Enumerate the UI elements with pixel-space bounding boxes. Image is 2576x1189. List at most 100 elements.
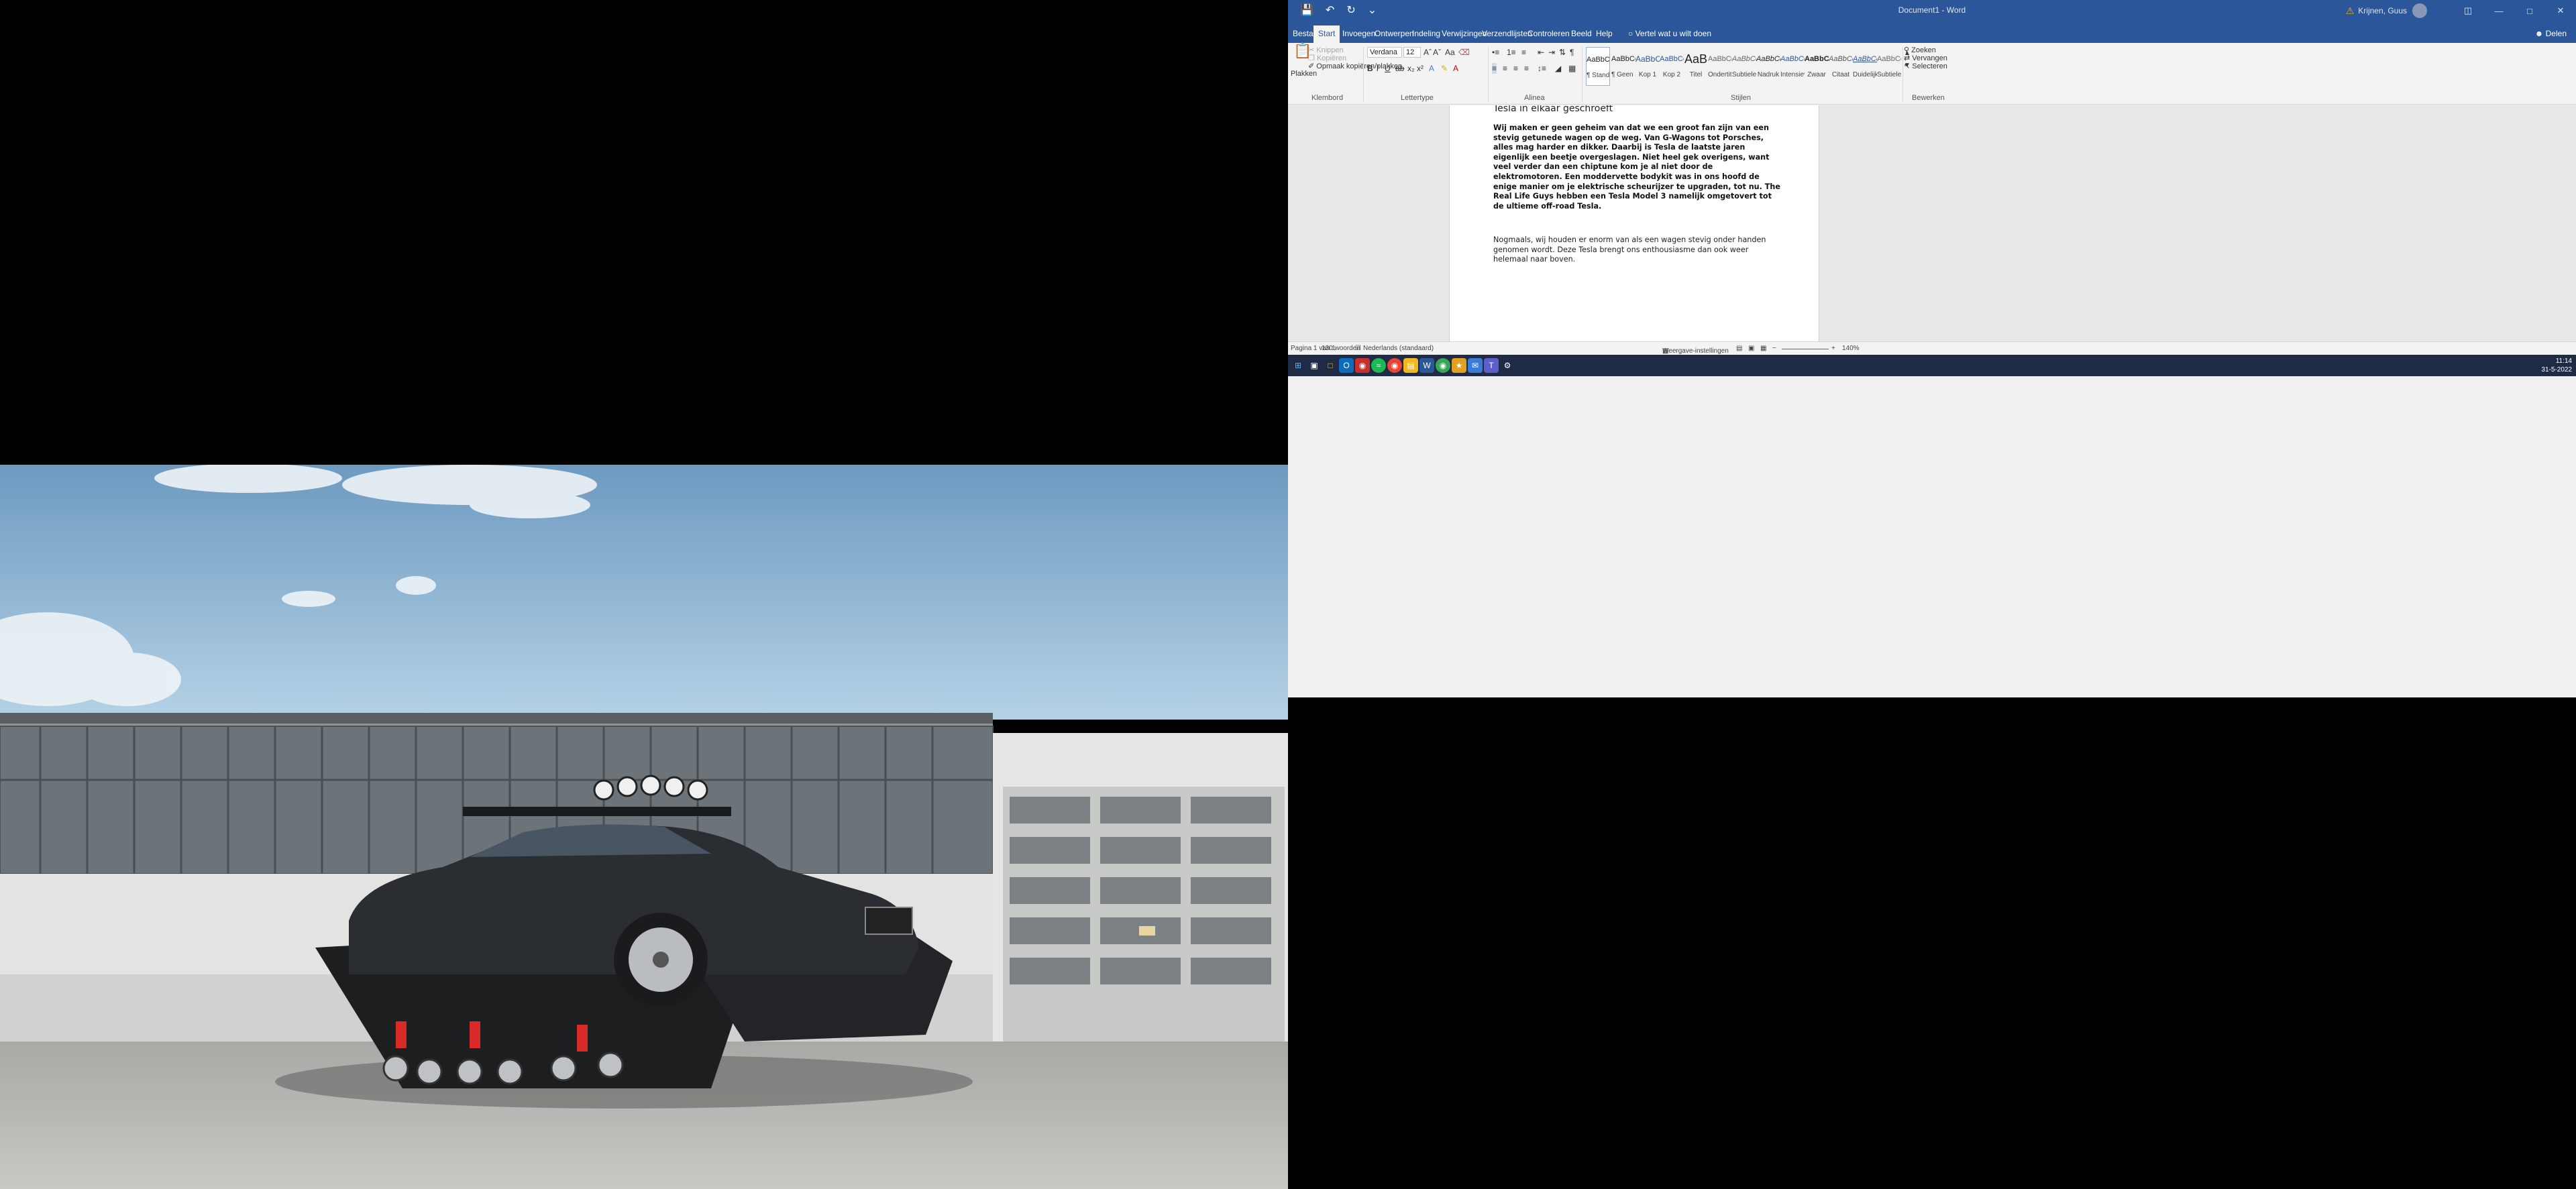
read-mode-icon[interactable]: ▤	[1736, 345, 1742, 352]
paste-button[interactable]: Plakken	[1291, 70, 1317, 78]
status-bar: Pagina 1 van 1 130 woorden ☑ Nederlands …	[1288, 341, 2576, 355]
superscript-icon[interactable]: x²	[1417, 63, 1424, 74]
zoom-out-icon[interactable]: −	[1772, 345, 1776, 352]
outlook-icon[interactable]: O	[1339, 358, 1354, 373]
web-layout-icon[interactable]: ▦	[1760, 345, 1766, 352]
person-icon: ☻	[2534, 29, 2544, 38]
title-bar: 💾 ↶ ↻ ⌄ Document1 - Word ⚠ Krijnen, Guus…	[1288, 0, 2576, 21]
style-subtiele-benadrukking[interactable]: AaBbCcDcSubtiele b...	[1732, 47, 1756, 86]
style-duidelijk-citaat[interactable]: AaBbCcDcDuidelijk c...	[1853, 47, 1877, 86]
ribbon: 📋 Plakken ✂ Knippen ❐ Kopiëren ✐ Opmaak …	[1288, 43, 2576, 105]
game-icon[interactable]: ★	[1452, 358, 1466, 373]
task-view-icon[interactable]: ▣	[1307, 358, 1322, 373]
select-button[interactable]: ↖ Selecteren	[1904, 62, 1947, 70]
word-window: 💾 ↶ ↻ ⌄ Document1 - Word ⚠ Krijnen, Guus…	[1288, 0, 2576, 697]
teams-icon[interactable]: T	[1484, 358, 1499, 373]
word-icon[interactable]: W	[1419, 358, 1434, 373]
tesla-tank-photo	[0, 465, 1288, 1189]
style-ondertitel[interactable]: AaBbCcCOndertitel	[1708, 47, 1732, 86]
multilevel-list-icon[interactable]: ≡	[1521, 47, 1526, 58]
font-size-select[interactable]: 12	[1403, 47, 1421, 58]
document-paragraph[interactable]: Nogmaals, wij houden er enorm van als ee…	[1493, 235, 1782, 265]
clear-format-icon[interactable]: ⌫	[1458, 47, 1470, 58]
video-frame	[0, 465, 1288, 1189]
app-icon[interactable]: ◉	[1355, 358, 1370, 373]
ribbon-display-icon[interactable]: ◫	[2453, 5, 2483, 16]
group-edit-label: Bewerken	[1912, 94, 1945, 102]
grow-font-icon[interactable]: Aˆ	[1424, 47, 1432, 58]
close-icon[interactable]: ✕	[2545, 5, 2576, 16]
file-explorer-icon[interactable]: □	[1323, 358, 1338, 373]
minimize-icon[interactable]: —	[2483, 6, 2514, 16]
style-citaat[interactable]: AaBbCcDcCitaat	[1829, 47, 1853, 86]
restore-icon[interactable]: □	[2514, 6, 2545, 16]
settings-icon[interactable]: ⚙	[1500, 358, 1515, 373]
sort-icon[interactable]: ⇅	[1559, 47, 1566, 58]
group-styles-label: Stijlen	[1731, 94, 1751, 102]
style-subtiele-verwijzing[interactable]: AaBbCcDcSubtiele v...	[1877, 47, 1901, 86]
system-clock[interactable]: 11:14 31-5-2022	[2541, 357, 2572, 374]
bold-icon[interactable]: B	[1367, 63, 1373, 74]
shrink-font-icon[interactable]: Aˇ	[1433, 47, 1441, 58]
align-center-icon[interactable]: ≡	[1503, 63, 1507, 74]
style-kop-2[interactable]: AaBbCcCKop 2	[1660, 47, 1684, 86]
underline-icon[interactable]: U	[1385, 63, 1391, 74]
sky	[0, 465, 1288, 720]
avatar[interactable]	[2412, 3, 2427, 18]
justify-icon[interactable]: ≡	[1524, 63, 1529, 74]
zoom-in-icon[interactable]: +	[1831, 345, 1835, 352]
print-layout-icon[interactable]: ▣	[1748, 345, 1754, 352]
taskbar: ⊞ ▣ □ O ◉ ≈ ◉ ▤ W ◉ ★ ✉ T ⚙ 11:14 31-5-2…	[1288, 355, 2576, 376]
font-color-icon[interactable]: A	[1453, 63, 1458, 74]
zoom-level[interactable]: 140%	[1842, 345, 1860, 352]
decrease-indent-icon[interactable]: ⇤	[1538, 47, 1544, 58]
change-case-icon[interactable]: Aa	[1445, 47, 1455, 58]
italic-icon[interactable]: I	[1377, 63, 1379, 74]
style-standaard[interactable]: AaBbCcDc¶ Standaard	[1586, 47, 1610, 86]
lightbulb-icon: ○	[1628, 29, 1633, 38]
borders-icon[interactable]: ▦	[1568, 63, 1576, 74]
language[interactable]: Nederlands (standaard)	[1363, 345, 1434, 352]
share-button[interactable]: ☻ Delen	[2535, 25, 2567, 42]
group-paragraph-label: Alinea	[1524, 94, 1545, 102]
style-nadruk[interactable]: AaBbCcDcNadruk	[1756, 47, 1780, 86]
line-spacing-icon[interactable]: ↕≡	[1538, 63, 1546, 74]
tab-help[interactable]: Help	[1591, 25, 1617, 43]
subscript-icon[interactable]: x₂	[1407, 63, 1415, 74]
increase-indent-icon[interactable]: ⇥	[1548, 47, 1555, 58]
browser-icon[interactable]: ◉	[1436, 358, 1450, 373]
highlight-icon[interactable]: ✎	[1441, 63, 1448, 74]
tab-start[interactable]: Start	[1313, 25, 1340, 43]
text-effects-icon[interactable]: A	[1429, 63, 1434, 74]
style-kop-1[interactable]: AaBbCcKop 1	[1635, 47, 1660, 86]
style-geen-afstand[interactable]: AaBbCcDc¶ Geen afs...	[1611, 47, 1635, 86]
document-page[interactable]: Tesla in elkaar geschroeft Wij maken er …	[1449, 105, 1819, 341]
shading-icon[interactable]: ◢	[1555, 63, 1561, 74]
document-heading[interactable]: Tesla in elkaar geschroeft	[1493, 105, 1613, 114]
proofing-icon[interactable]: ☑	[1355, 345, 1361, 352]
ribbon-tabs: Bestand Start Invoegen Ontwerpen Indelin…	[1288, 21, 2576, 43]
mail-icon[interactable]: ✉	[1468, 358, 1483, 373]
font-name-select[interactable]: Verdana	[1367, 47, 1402, 58]
cursor-icon: ↖	[1904, 62, 1911, 70]
align-right-icon[interactable]: ≡	[1513, 63, 1518, 74]
style-zwaar[interactable]: AaBbCcDcZwaar	[1805, 47, 1829, 86]
strikethrough-icon[interactable]: ab	[1395, 63, 1404, 74]
warning-icon[interactable]: ⚠	[2346, 5, 2355, 17]
group-font-label: Lettertype	[1401, 94, 1434, 102]
align-left-icon[interactable]: ≡	[1492, 63, 1497, 74]
tell-me-search[interactable]: ○ Vertel wat u wilt doen	[1623, 25, 1716, 43]
show-marks-icon[interactable]: ¶	[1570, 47, 1574, 58]
start-icon[interactable]: ⊞	[1291, 358, 1305, 373]
numbering-icon[interactable]: 1≡	[1507, 47, 1516, 58]
style-intensieve-nadruk[interactable]: AaBbCcDcIntensieve...	[1780, 47, 1805, 86]
chrome-icon[interactable]: ◉	[1387, 358, 1402, 373]
user-name[interactable]: Krijnen, Guus	[2358, 6, 2407, 15]
style-titel[interactable]: AaB Titel	[1684, 47, 1708, 86]
bullets-icon[interactable]: •≡	[1492, 47, 1499, 58]
spotify-icon[interactable]: ≈	[1371, 358, 1386, 373]
document-paragraph-bold[interactable]: Wij maken er geen geheim van dat we een …	[1493, 123, 1782, 211]
document-area: Tesla in elkaar geschroeft Wij maken er …	[1288, 105, 2576, 341]
brush-icon: ✐	[1308, 62, 1315, 70]
notes-icon[interactable]: ▤	[1403, 358, 1418, 373]
